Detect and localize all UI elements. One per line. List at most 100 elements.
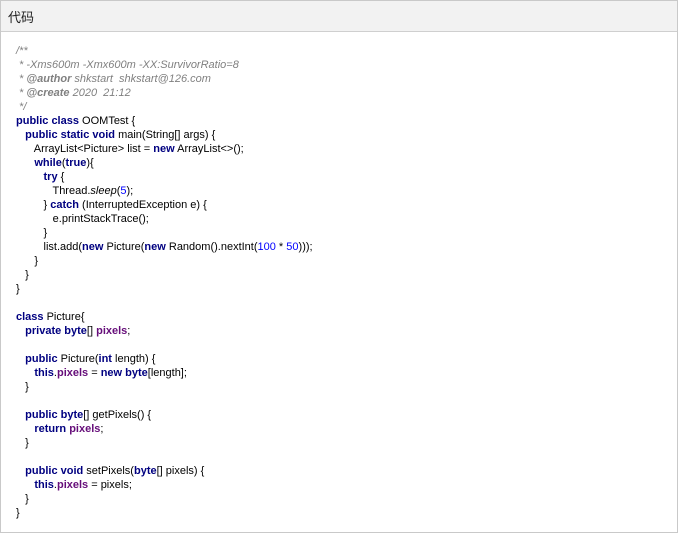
code-token: [] pixels) {: [156, 465, 205, 477]
code-token: ;: [127, 325, 131, 337]
code-token: new: [153, 143, 175, 155]
code-line: public Picture(int length) {: [16, 352, 671, 366]
code-token: @create: [26, 87, 70, 99]
code-token: new: [82, 241, 104, 253]
code-token: }: [16, 437, 29, 449]
code-token: )));: [298, 241, 313, 253]
code-token: 50: [286, 241, 299, 253]
code-token: shkstart shkstart@126.com: [71, 73, 211, 85]
code-line: e.printStackTrace();: [16, 212, 671, 226]
code-line: */: [16, 100, 671, 114]
code-token: main(String[] args) {: [115, 129, 216, 141]
code-line: }: [16, 506, 671, 520]
code-token: }: [16, 507, 20, 519]
code-line: list.add(new Picture(new Random().nextIn…: [16, 240, 671, 254]
code-token: }: [16, 255, 39, 267]
code-line: }: [16, 268, 671, 282]
panel-header: 代码: [1, 1, 677, 32]
code-token: }: [16, 269, 29, 281]
code-token: @author: [26, 73, 72, 85]
code-token: public byte: [25, 409, 84, 421]
code-line: * -Xms600m -Xmx600m -XX:SurvivorRatio=8: [16, 58, 671, 72]
code-token: }: [16, 493, 29, 505]
code-token: new byte: [100, 367, 148, 379]
code-token: Random().nextInt(: [165, 241, 258, 253]
code-token: pixels: [56, 367, 89, 379]
code-line: }: [16, 254, 671, 268]
code-token: catch: [50, 199, 79, 211]
code-line: this.pixels = new byte[length];: [16, 366, 671, 380]
code-token: );: [126, 185, 134, 197]
code-token: * -Xms600m -Xmx600m -XX:SurvivorRatio=8: [16, 59, 239, 71]
code-token: = pixels;: [88, 479, 132, 491]
code-token: public class: [16, 115, 79, 127]
code-token: *: [16, 87, 27, 99]
code-token: sleep: [90, 185, 117, 197]
code-token: Thread.: [16, 185, 91, 197]
code-token: Picture(: [103, 241, 145, 253]
code-line: ArrayList<Picture> list = new ArrayList<…: [16, 142, 671, 156]
code-line: class Picture{: [16, 310, 671, 324]
code-token: Picture{: [43, 311, 85, 323]
code-line: }: [16, 492, 671, 506]
code-token: {: [57, 171, 65, 183]
code-panel: 代码 /** * -Xms600m -Xmx600m -XX:SurvivorR…: [0, 0, 678, 533]
code-token: class: [16, 311, 44, 323]
code-token: byte: [133, 465, 157, 477]
code-token: =: [88, 367, 101, 379]
code-token: }: [16, 199, 51, 211]
code-token: }: [16, 227, 48, 239]
code-token: OOMTest {: [78, 115, 136, 127]
code-token: public: [25, 353, 58, 365]
code-token: (InterruptedException e) {: [79, 199, 207, 211]
code-line: public byte[] getPixels() {: [16, 408, 671, 422]
code-token: 100: [257, 241, 276, 253]
code-token: while: [34, 157, 62, 169]
code-token: [length];: [147, 367, 187, 379]
code-line: try {: [16, 170, 671, 184]
code-token: pixels: [69, 423, 101, 435]
code-token: true: [65, 157, 87, 169]
code-token: try: [43, 171, 58, 183]
code-line: Thread.sleep(5);: [16, 184, 671, 198]
code-line: public class OOMTest {: [16, 114, 671, 128]
code-line: /**: [16, 44, 671, 58]
code-token: list.add(: [16, 241, 83, 253]
code-token: ArrayList<Picture> list =: [16, 143, 154, 155]
code-token: pixels: [96, 325, 128, 337]
code-token: []: [86, 325, 97, 337]
panel-title: 代码: [8, 10, 35, 26]
code-line: while(true){: [16, 156, 671, 170]
code-token: *: [16, 73, 27, 85]
code-line: public void setPixels(byte[] pixels) {: [16, 464, 671, 478]
code-token: public static void: [25, 129, 116, 141]
code-block[interactable]: /** * -Xms600m -Xmx600m -XX:SurvivorRati…: [16, 44, 671, 520]
code-token: }: [16, 283, 20, 295]
code-line: }: [16, 380, 671, 394]
code-line: } catch (InterruptedException e) {: [16, 198, 671, 212]
code-line: * @create 2020 21:12: [16, 86, 671, 100]
code-token: setPixels(: [83, 465, 134, 477]
code-line: return pixels;: [16, 422, 671, 436]
code-line: }: [16, 436, 671, 450]
code-token: private byte: [25, 325, 87, 337]
code-token: e.printStackTrace();: [16, 213, 149, 225]
code-token: this: [34, 367, 54, 379]
code-token: length) {: [111, 353, 156, 365]
code-token: */: [16, 101, 27, 113]
code-token: *: [275, 241, 287, 253]
code-token: this: [34, 479, 54, 491]
code-line: this.pixels = pixels;: [16, 478, 671, 492]
code-token: pixels: [56, 479, 89, 491]
